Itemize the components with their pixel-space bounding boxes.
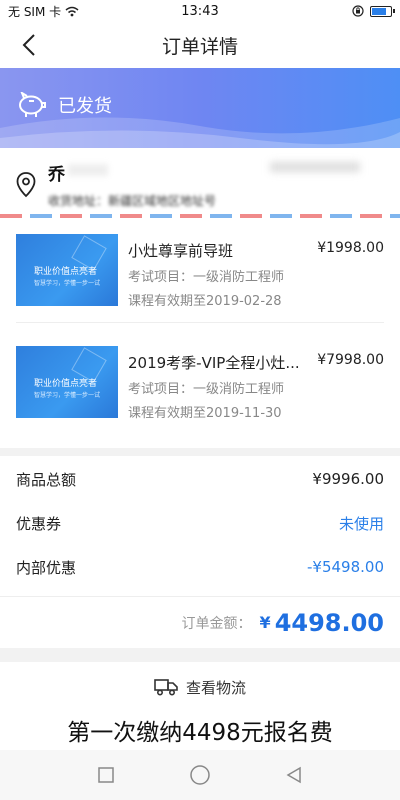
- order-status-label: 已发货: [58, 96, 112, 117]
- summary-label: 内部优惠: [16, 558, 77, 577]
- item-price: ¥7998.00: [317, 352, 384, 368]
- item-exam: 考试项目：一级消防工程师: [128, 382, 285, 397]
- thumbnail-subtitle: 智慧学习，学懂一步一试: [34, 392, 101, 399]
- order-status: 已发货: [16, 92, 112, 118]
- view-logistics-label: 查看物流: [185, 678, 246, 697]
- item-divider: [16, 322, 384, 323]
- total-amount: 4498.00: [274, 608, 384, 637]
- back-triangle-icon[interactable]: [285, 766, 303, 784]
- order-summary: 商品总额 ¥9996.00 优惠券 未使用 内部优惠 -¥5498.00 订单金…: [0, 456, 400, 648]
- thumbnail-title: 职业价值点亮者: [34, 267, 98, 277]
- battery-icon: [370, 5, 395, 17]
- item-exam: 考试项目：一级消防工程师: [128, 270, 285, 285]
- summary-label: 优惠券: [16, 514, 62, 533]
- envelope-stripe: [0, 214, 400, 218]
- recipient-name: 乔: [48, 165, 65, 185]
- summary-value: ¥9996.00: [312, 470, 384, 488]
- total-currency: ¥: [259, 613, 271, 632]
- back-button[interactable]: [14, 30, 44, 60]
- course-thumbnail: 职业价值点亮者 智慧学习，学懂一步一试: [16, 234, 118, 306]
- course-thumbnail: 职业价值点亮者 智慧学习，学懂一步一试: [16, 346, 118, 418]
- summary-row-internal-discount: 内部优惠 -¥5498.00: [16, 552, 384, 582]
- status-bar: 无 SIM 卡 13:43: [0, 0, 400, 22]
- shipping-address: 收货地址：新疆区域地区地址号: [48, 194, 217, 208]
- redacted-info: [270, 162, 360, 172]
- location-pin-icon: [16, 172, 36, 198]
- item-validity: 课程有效期至2019-11-30: [128, 406, 282, 421]
- item-name: 小灶尊享前导班: [128, 242, 234, 260]
- thumbnail-title: 职业价值点亮者: [34, 379, 98, 389]
- total-label: 订单金额：: [181, 615, 252, 632]
- nav-bar: 订单详情: [0, 22, 400, 68]
- system-nav-bar: [0, 750, 400, 800]
- caption-overlay: 第一次缴纳4498元报名费: [0, 710, 400, 750]
- chevron-left-icon: [22, 34, 35, 56]
- order-item[interactable]: 职业价值点亮者 智慧学习，学懂一步一试 小灶尊享前导班 ¥1998.00 考试项…: [0, 226, 400, 330]
- truck-icon: [154, 679, 178, 696]
- coupon-status: 未使用: [338, 514, 384, 533]
- item-validity: 课程有效期至2019-02-28: [128, 294, 282, 309]
- status-time: 13:43: [181, 3, 219, 19]
- item-name: 2019考季-VIP全程小灶...: [128, 354, 300, 372]
- order-item[interactable]: 职业价值点亮者 智慧学习，学懂一步一试 2019考季-VIP全程小灶... ¥7…: [0, 338, 400, 442]
- home-icon[interactable]: [189, 764, 211, 786]
- page-title: 订单详情: [161, 35, 238, 58]
- thumbnail-subtitle: 智慧学习，学懂一步一试: [34, 280, 101, 287]
- order-total: 订单金额： ¥ 4498.00: [0, 596, 400, 648]
- redacted-phone: [68, 164, 108, 176]
- view-logistics-button[interactable]: 查看物流: [0, 662, 400, 712]
- order-status-banner: 已发货: [0, 68, 400, 148]
- item-price: ¥1998.00: [317, 240, 384, 256]
- recent-apps-icon[interactable]: [97, 766, 115, 784]
- summary-row-goods-total: 商品总额 ¥9996.00: [16, 464, 384, 494]
- summary-value: -¥5498.00: [307, 558, 384, 576]
- order-items: 职业价值点亮者 智慧学习，学懂一步一试 小灶尊享前导班 ¥1998.00 考试项…: [0, 226, 400, 448]
- summary-row-coupon[interactable]: 优惠券 未使用: [16, 508, 384, 538]
- piggy-bank-icon: [19, 92, 46, 117]
- summary-label: 商品总额: [16, 470, 77, 489]
